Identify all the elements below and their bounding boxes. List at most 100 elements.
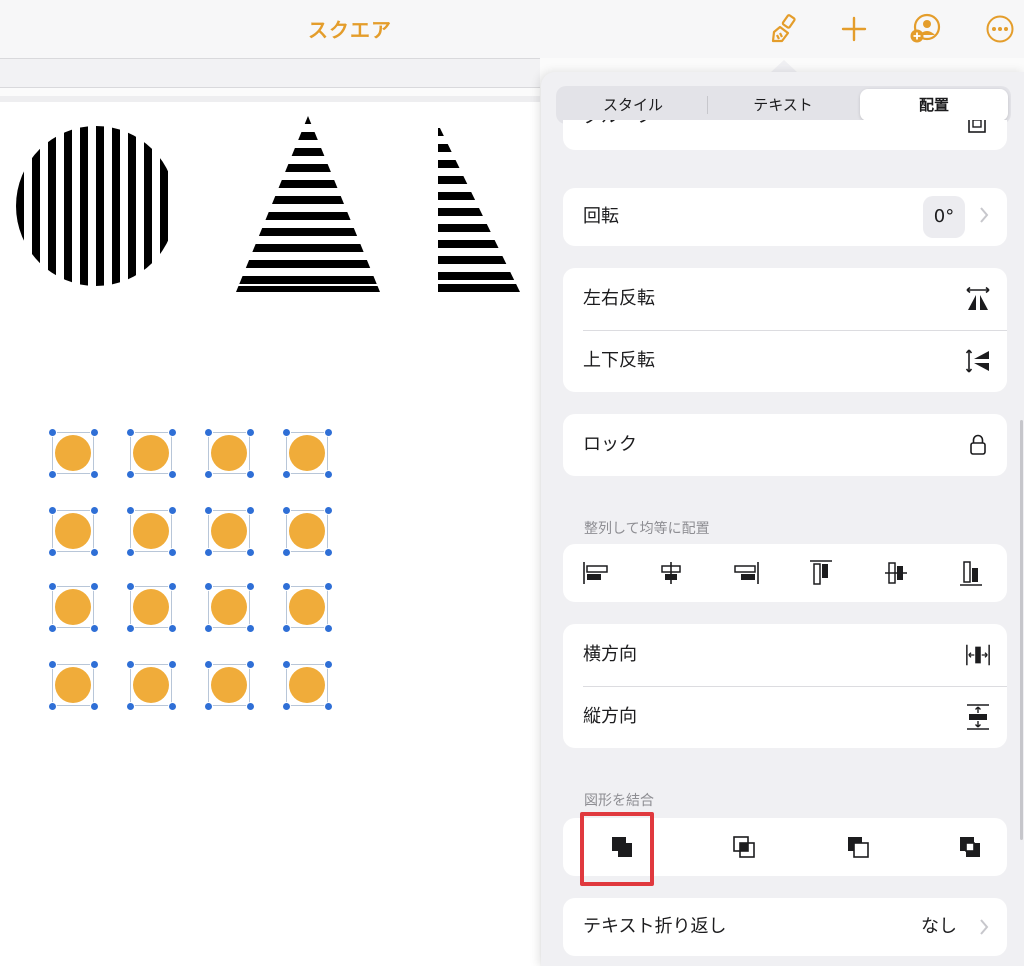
document-title[interactable]: スクエア xyxy=(0,14,700,43)
flip-vertical-icon[interactable] xyxy=(965,348,991,374)
selection-handle[interactable] xyxy=(168,506,177,515)
selection-handle[interactable] xyxy=(90,470,99,479)
selection-handle[interactable] xyxy=(168,660,177,669)
selection-handle[interactable] xyxy=(48,548,57,557)
tab-text[interactable]: テキスト xyxy=(709,89,857,121)
selection-handle[interactable] xyxy=(126,624,135,633)
scroll-indicator[interactable] xyxy=(1020,420,1023,840)
align-center-icon[interactable] xyxy=(656,558,686,588)
lock-icon[interactable] xyxy=(965,432,991,458)
selection-handle[interactable] xyxy=(204,660,213,669)
striped-right-triangle-shape[interactable] xyxy=(438,124,520,294)
intersect-icon[interactable] xyxy=(729,832,759,862)
selection-handle[interactable] xyxy=(204,548,213,557)
more-icon[interactable] xyxy=(980,10,1020,48)
align-middle-icon[interactable] xyxy=(881,558,911,588)
selection-handle[interactable] xyxy=(324,506,333,515)
orange-circle-shape[interactable] xyxy=(48,582,99,633)
selection-handle[interactable] xyxy=(90,624,99,633)
selection-handle[interactable] xyxy=(90,582,99,591)
selection-handle[interactable] xyxy=(204,702,213,711)
selection-handle[interactable] xyxy=(282,660,291,669)
flip-horizontal-row[interactable]: 左右反転 xyxy=(563,268,1007,330)
rotation-value[interactable]: 0° xyxy=(923,196,965,238)
distribute-horizontal-row[interactable]: 横方向 xyxy=(563,624,1007,686)
orange-circle-shape[interactable] xyxy=(126,582,177,633)
selection-handle[interactable] xyxy=(282,548,291,557)
selection-handle[interactable] xyxy=(126,702,135,711)
orange-circle-shape[interactable] xyxy=(126,506,177,557)
selection-handle[interactable] xyxy=(126,470,135,479)
selection-handle[interactable] xyxy=(48,428,57,437)
selection-handle[interactable] xyxy=(324,582,333,591)
selection-handle[interactable] xyxy=(48,582,57,591)
align-right-icon[interactable] xyxy=(731,558,761,588)
selection-handle[interactable] xyxy=(324,470,333,479)
selection-handle[interactable] xyxy=(126,548,135,557)
selection-handle[interactable] xyxy=(324,548,333,557)
selection-handle[interactable] xyxy=(324,660,333,669)
selection-handle[interactable] xyxy=(48,470,57,479)
exclude-icon[interactable] xyxy=(955,832,985,862)
align-top-icon[interactable] xyxy=(806,558,836,588)
selection-handle[interactable] xyxy=(246,582,255,591)
selection-handle[interactable] xyxy=(126,582,135,591)
selection-handle[interactable] xyxy=(324,624,333,633)
selection-handle[interactable] xyxy=(204,428,213,437)
selection-handle[interactable] xyxy=(126,506,135,515)
selection-handle[interactable] xyxy=(246,624,255,633)
selection-handle[interactable] xyxy=(48,660,57,669)
orange-circle-shape[interactable] xyxy=(282,660,333,711)
orange-circle-shape[interactable] xyxy=(48,506,99,557)
selection-handle[interactable] xyxy=(282,506,291,515)
selection-handle[interactable] xyxy=(126,660,135,669)
collaborate-icon[interactable] xyxy=(905,10,945,48)
align-bottom-icon[interactable] xyxy=(956,558,986,588)
selection-handle[interactable] xyxy=(246,702,255,711)
selection-handle[interactable] xyxy=(246,506,255,515)
selection-handle[interactable] xyxy=(48,506,57,515)
subtract-icon[interactable] xyxy=(843,832,873,862)
distribute-vertical-row[interactable]: 縦方向 xyxy=(563,686,1007,748)
orange-circle-shape[interactable] xyxy=(204,428,255,479)
selection-handle[interactable] xyxy=(282,582,291,591)
selection-handle[interactable] xyxy=(90,506,99,515)
lock-row[interactable]: ロック xyxy=(563,414,1007,476)
document-canvas[interactable] xyxy=(0,102,540,966)
tab-arrange[interactable]: 配置 xyxy=(860,89,1008,121)
selection-handle[interactable] xyxy=(168,582,177,591)
group-row[interactable]: グループ xyxy=(563,120,1007,150)
selection-handle[interactable] xyxy=(204,582,213,591)
striped-circle-shape[interactable] xyxy=(14,124,178,288)
orange-circle-shape[interactable] xyxy=(48,428,99,479)
selection-handle[interactable] xyxy=(168,548,177,557)
selection-handle[interactable] xyxy=(246,428,255,437)
tab-style[interactable]: スタイル xyxy=(559,89,707,121)
selection-handle[interactable] xyxy=(204,624,213,633)
distribute-horizontal-icon[interactable] xyxy=(965,642,991,668)
striped-triangle-shape[interactable] xyxy=(236,116,380,294)
orange-circle-shape[interactable] xyxy=(204,506,255,557)
flip-vertical-row[interactable]: 上下反転 xyxy=(563,330,1007,392)
selection-handle[interactable] xyxy=(204,470,213,479)
selection-handle[interactable] xyxy=(90,548,99,557)
selection-handle[interactable] xyxy=(282,702,291,711)
add-icon[interactable] xyxy=(834,10,874,48)
orange-circle-shape[interactable] xyxy=(282,506,333,557)
selection-handle[interactable] xyxy=(324,702,333,711)
orange-circle-shape[interactable] xyxy=(126,428,177,479)
text-wrap-row[interactable]: テキスト折り返し なし xyxy=(563,898,1007,956)
selection-handle[interactable] xyxy=(90,660,99,669)
selection-handle[interactable] xyxy=(246,660,255,669)
selection-handle[interactable] xyxy=(126,428,135,437)
selection-handle[interactable] xyxy=(282,470,291,479)
selection-handle[interactable] xyxy=(246,548,255,557)
orange-circle-shape[interactable] xyxy=(204,660,255,711)
selection-handle[interactable] xyxy=(168,470,177,479)
selection-handle[interactable] xyxy=(324,428,333,437)
rotation-row[interactable]: 回転 0° xyxy=(563,188,1007,246)
selection-handle[interactable] xyxy=(282,428,291,437)
selection-handle[interactable] xyxy=(48,702,57,711)
orange-circle-shape[interactable] xyxy=(282,582,333,633)
selection-handle[interactable] xyxy=(90,702,99,711)
